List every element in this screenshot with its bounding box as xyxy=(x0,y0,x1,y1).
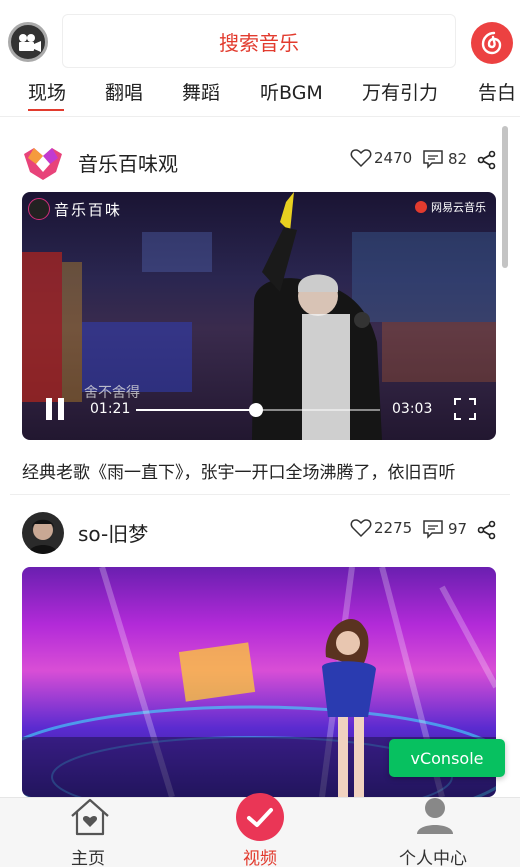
netease-music-icon xyxy=(481,31,502,55)
home-icon xyxy=(71,798,109,836)
search-placeholder: 搜索音乐 xyxy=(219,30,299,55)
avatar[interactable] xyxy=(22,512,64,554)
like-count[interactable]: 2470 xyxy=(350,148,412,168)
nav-profile[interactable]: 个人中心 xyxy=(373,798,493,867)
check-circle-icon xyxy=(236,793,284,841)
netease-logo-icon xyxy=(415,201,427,213)
heart-icon xyxy=(350,519,372,538)
like-count-value: 2470 xyxy=(374,149,413,167)
channel-watermark: 音乐百味 xyxy=(28,198,122,220)
tab-confession[interactable]: 告白 xyxy=(478,78,516,105)
comment-count[interactable]: 82 xyxy=(422,148,467,170)
top-bar: 搜索音乐 xyxy=(0,0,520,72)
search-bar[interactable]: 搜索音乐 xyxy=(62,14,456,68)
progress-slider[interactable] xyxy=(136,403,380,417)
duration: 03:03 xyxy=(392,401,433,417)
comment-count-value: 82 xyxy=(448,150,468,168)
video-camera-icon xyxy=(19,34,41,52)
tab-gravity[interactable]: 万有引力 xyxy=(362,78,438,105)
like-count-value: 2275 xyxy=(374,519,413,537)
nav-video[interactable]: 视频 xyxy=(200,793,320,867)
watermark-text: 音乐百味 xyxy=(54,200,123,219)
comment-icon xyxy=(423,520,443,539)
tab-bgm[interactable]: 听BGM xyxy=(260,78,323,105)
tab-live[interactable]: 现场 xyxy=(28,78,66,105)
nav-profile-label: 个人中心 xyxy=(399,849,467,867)
video-card-header: 音乐百味观 2470 82 xyxy=(22,142,500,182)
like-count[interactable]: 2275 xyxy=(350,518,412,538)
heart-icon xyxy=(350,149,372,168)
netease-music-button[interactable] xyxy=(471,22,513,64)
author-name[interactable]: so-旧梦 xyxy=(78,518,148,547)
nav-home-label: 主页 xyxy=(71,849,105,867)
user-photo xyxy=(22,512,64,554)
comment-icon xyxy=(423,150,443,169)
share-icon xyxy=(477,520,496,540)
share-icon xyxy=(477,150,496,170)
channel-logo-icon xyxy=(28,198,50,220)
comment-count[interactable]: 97 xyxy=(422,518,467,540)
comment-count-value: 97 xyxy=(448,520,468,538)
video-description[interactable]: 经典老歌《雨一直下》，张宇一开口全场沸腾了，依旧百听 xyxy=(22,458,502,483)
video-camera-button[interactable] xyxy=(8,22,48,62)
fullscreen-button[interactable] xyxy=(454,398,476,424)
netease-watermark-text: 网易云音乐 xyxy=(431,201,486,214)
user-icon xyxy=(417,798,453,834)
player-controls: 01:21 03:03 xyxy=(22,392,496,432)
bottom-navigation: 主页 视频 个人中心 xyxy=(0,793,520,867)
share-button[interactable] xyxy=(477,150,497,174)
avatar[interactable] xyxy=(22,142,64,184)
fullscreen-icon xyxy=(454,398,476,420)
active-tab-indicator xyxy=(28,109,64,111)
video-card-header: so-旧梦 2275 97 xyxy=(22,512,500,554)
category-tabs: 现场 翻唱 舞蹈 听BGM 万有引力 告白 xyxy=(0,72,520,116)
author-name[interactable]: 音乐百味观 xyxy=(78,148,178,177)
divider xyxy=(0,116,520,117)
netease-watermark: 网易云音乐 xyxy=(415,199,486,215)
vconsole-button[interactable]: vConsole xyxy=(389,739,505,777)
progress-fill xyxy=(136,409,256,411)
divider xyxy=(10,494,510,495)
pause-button[interactable] xyxy=(44,398,66,422)
video-player[interactable]: 音乐百味 网易云音乐 舍不舍得 01:21 03:03 xyxy=(22,192,496,440)
current-time: 01:21 xyxy=(90,401,131,417)
scrollbar[interactable] xyxy=(502,126,508,268)
nav-video-label: 视频 xyxy=(243,849,277,867)
share-button[interactable] xyxy=(477,520,497,544)
tab-dance[interactable]: 舞蹈 xyxy=(182,78,220,105)
nav-home[interactable]: 主页 xyxy=(28,798,148,867)
progress-knob[interactable] xyxy=(248,403,263,417)
music-logo-icon xyxy=(24,148,62,180)
pause-icon xyxy=(46,398,52,420)
tab-cover[interactable]: 翻唱 xyxy=(105,78,143,105)
